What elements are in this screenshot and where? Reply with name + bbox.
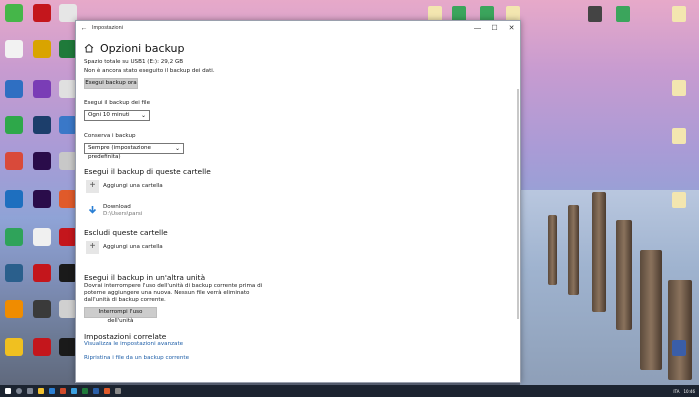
folder-path: D:\Users\parsi (103, 211, 143, 217)
home-icon (84, 43, 94, 53)
edge-icon[interactable] (49, 388, 55, 394)
title-bar: ← Impostazioni — ☐ ✕ (76, 21, 520, 35)
close-button[interactable]: ✕ (503, 24, 520, 32)
taskbar-app-icon[interactable] (71, 388, 77, 394)
download-folder-icon (88, 206, 97, 214)
desktop-icon[interactable] (2, 116, 26, 146)
stop-using-drive-button[interactable]: Interrompi l'uso dell'unità (84, 307, 157, 324)
wallpaper-post (568, 205, 579, 295)
add-folder-plus-icon[interactable]: + (86, 241, 99, 254)
add-exclude-folder-button[interactable]: Aggiungi una cartella (103, 244, 163, 250)
page-title: Opzioni backup (100, 41, 185, 55)
desktop-icon[interactable] (2, 152, 26, 182)
advanced-settings-link[interactable]: Visualizza le impostazioni avanzate (84, 341, 183, 347)
add-folder-plus-icon[interactable]: + (86, 180, 99, 193)
taskbar-app-icon[interactable] (93, 388, 99, 394)
desktop-icon[interactable] (580, 6, 610, 22)
clock[interactable]: 10:46 (683, 389, 695, 394)
settings-window: ← Impostazioni — ☐ ✕ Opzioni backup Spaz… (75, 20, 521, 383)
desktop-icon[interactable] (2, 264, 26, 294)
scrollbar[interactable] (517, 89, 519, 319)
system-tray: ITA 10:46 (669, 385, 695, 397)
desktop-icon[interactable] (664, 192, 694, 208)
taskbar-app-icon[interactable] (60, 388, 66, 394)
taskbar: ITA 10:46 (0, 385, 699, 397)
desktop-icon[interactable] (664, 6, 694, 22)
keep-backups-value: Sempre (impostazione predefinita) (88, 145, 151, 160)
no-backup-text: Non è ancora stato eseguito il backup de… (84, 68, 215, 74)
desktop-icon[interactable] (2, 338, 26, 368)
backup-frequency-value: Ogni 10 minuti (88, 112, 130, 118)
desktop-icon[interactable] (608, 6, 638, 22)
other-drive-desc-line2: poterne aggiungere una nuova. Nessun fil… (84, 290, 250, 296)
other-drive-heading: Esegui il backup in un'altra unità (84, 273, 206, 282)
folder-name[interactable]: Download (103, 204, 131, 210)
desktop-icon[interactable] (30, 300, 54, 330)
desktop-icon[interactable] (30, 338, 54, 368)
wallpaper-post (548, 215, 557, 285)
desktop-icon[interactable] (30, 190, 54, 220)
wallpaper-post (592, 192, 606, 312)
other-drive-desc-line3: dall'unità di backup corrente. (84, 297, 166, 303)
desktop-icon[interactable] (2, 228, 26, 258)
task-view-icon[interactable] (27, 388, 33, 394)
file-explorer-icon[interactable] (38, 388, 44, 394)
chevron-down-icon: ⌄ (140, 112, 146, 119)
desktop-icon[interactable] (2, 40, 26, 70)
desktop-icon[interactable] (30, 228, 54, 258)
restore-files-link[interactable]: Ripristina i file da un backup corrente (84, 355, 189, 361)
total-space-text: Spazio totale su USB1 (E:): 29,2 GB (84, 59, 184, 65)
settings-gear-icon[interactable] (115, 388, 121, 394)
desktop-icon[interactable] (664, 128, 694, 144)
desktop-icon[interactable] (30, 116, 54, 146)
language-indicator[interactable]: ITA (673, 389, 679, 394)
chevron-down-icon: ⌄ (174, 145, 180, 152)
desktop-icon[interactable] (30, 264, 54, 294)
other-drive-desc-line1: Dovrai interrompere l'uso dell'unità di … (84, 283, 263, 289)
desktop-icon[interactable] (2, 190, 26, 220)
desktop-icon[interactable] (30, 40, 54, 70)
wallpaper-post (616, 220, 632, 330)
desktop-icon[interactable] (664, 80, 694, 96)
search-icon[interactable] (16, 388, 22, 394)
desktop-icon[interactable] (2, 4, 26, 34)
keep-backups-label: Conserva i backup (84, 133, 136, 139)
desktop-icons-left (0, 0, 77, 385)
exclude-folders-heading: Escludi queste cartelle (84, 228, 168, 237)
taskbar-app-icon[interactable] (82, 388, 88, 394)
desktop-icon[interactable] (30, 4, 54, 34)
related-settings-heading: Impostazioni correlate (84, 332, 167, 341)
taskbar-app-icon[interactable] (104, 388, 110, 394)
desktop-icon[interactable] (664, 340, 694, 356)
add-include-folder-button[interactable]: Aggiungi una cartella (103, 183, 163, 189)
start-button[interactable] (5, 388, 11, 394)
backup-frequency-dropdown[interactable]: Ogni 10 minuti ⌄ (84, 110, 150, 121)
include-folders-heading: Esegui il backup di queste cartelle (84, 167, 211, 176)
backup-frequency-label: Esegui il backup dei file (84, 100, 151, 106)
minimize-button[interactable]: — (469, 25, 486, 32)
back-arrow-icon[interactable]: ← (76, 25, 92, 32)
wallpaper-post (668, 280, 692, 380)
desktop-icon[interactable] (30, 152, 54, 182)
desktop-icon[interactable] (30, 80, 54, 110)
backup-now-button[interactable]: Esegui backup ora (84, 78, 138, 89)
desktop-icon[interactable] (2, 300, 26, 330)
window-title: Impostazioni (92, 25, 123, 31)
wallpaper-post (640, 250, 662, 370)
keep-backups-dropdown[interactable]: Sempre (impostazione predefinita) ⌄ (84, 143, 184, 160)
page-title-row: Opzioni backup (84, 40, 512, 56)
desktop-icon[interactable] (2, 80, 26, 110)
maximize-button[interactable]: ☐ (486, 24, 503, 32)
settings-content: Opzioni backup Spazio totale su USB1 (E:… (84, 40, 512, 361)
